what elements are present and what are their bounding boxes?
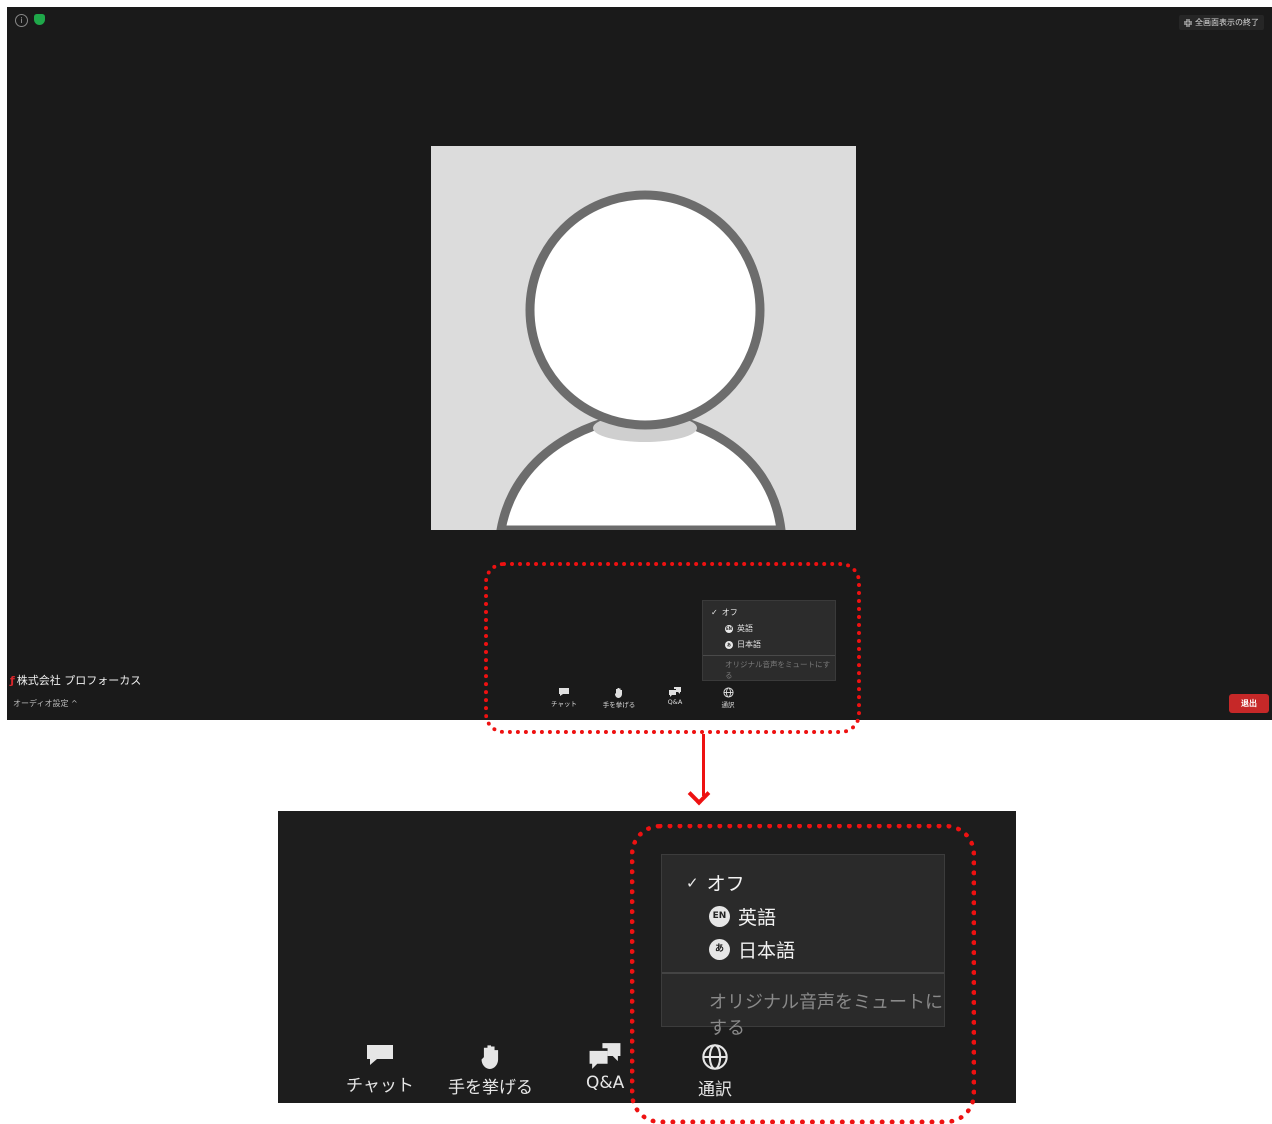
qa-button[interactable]: Q&A <box>586 1043 624 1093</box>
highlight-box <box>484 562 861 734</box>
chevron-up-icon: ^ <box>71 699 78 708</box>
participant-video-tile <box>431 146 856 530</box>
avatar-placeholder-icon <box>496 190 786 530</box>
qa-icon <box>589 1043 621 1069</box>
participant-name: ƒ 株式会社 プロフォーカス <box>10 672 141 688</box>
company-logo-icon: ƒ <box>10 674 15 687</box>
exit-fullscreen-icon <box>1184 18 1192 27</box>
audio-settings-button[interactable]: オーディオ設定 ^ <box>13 698 78 709</box>
chat-button[interactable]: チャット <box>346 1043 414 1096</box>
info-icon[interactable]: i <box>15 14 28 27</box>
exit-fullscreen-label: 全画面表示の終了 <box>1195 18 1259 27</box>
qa-label: Q&A <box>586 1073 625 1093</box>
meeting-status-icons: i <box>15 14 45 27</box>
raise-hand-label: 手を挙げる <box>448 1078 533 1098</box>
highlight-box-zoomed <box>630 824 976 1124</box>
arrow-head-icon <box>687 782 711 806</box>
leave-button[interactable]: 退出 <box>1229 694 1269 713</box>
raise-hand-icon <box>481 1045 498 1069</box>
chat-label: チャット <box>346 1076 414 1096</box>
audio-settings-label: オーディオ設定 <box>13 699 69 708</box>
security-shield-icon[interactable] <box>34 14 45 25</box>
exit-fullscreen-button[interactable]: 全画面表示の終了 <box>1179 15 1264 30</box>
company-name-label: 株式会社 プロフォーカス <box>16 674 142 687</box>
raise-hand-button[interactable]: 手を挙げる <box>448 1043 533 1098</box>
chat-icon <box>366 1045 393 1065</box>
